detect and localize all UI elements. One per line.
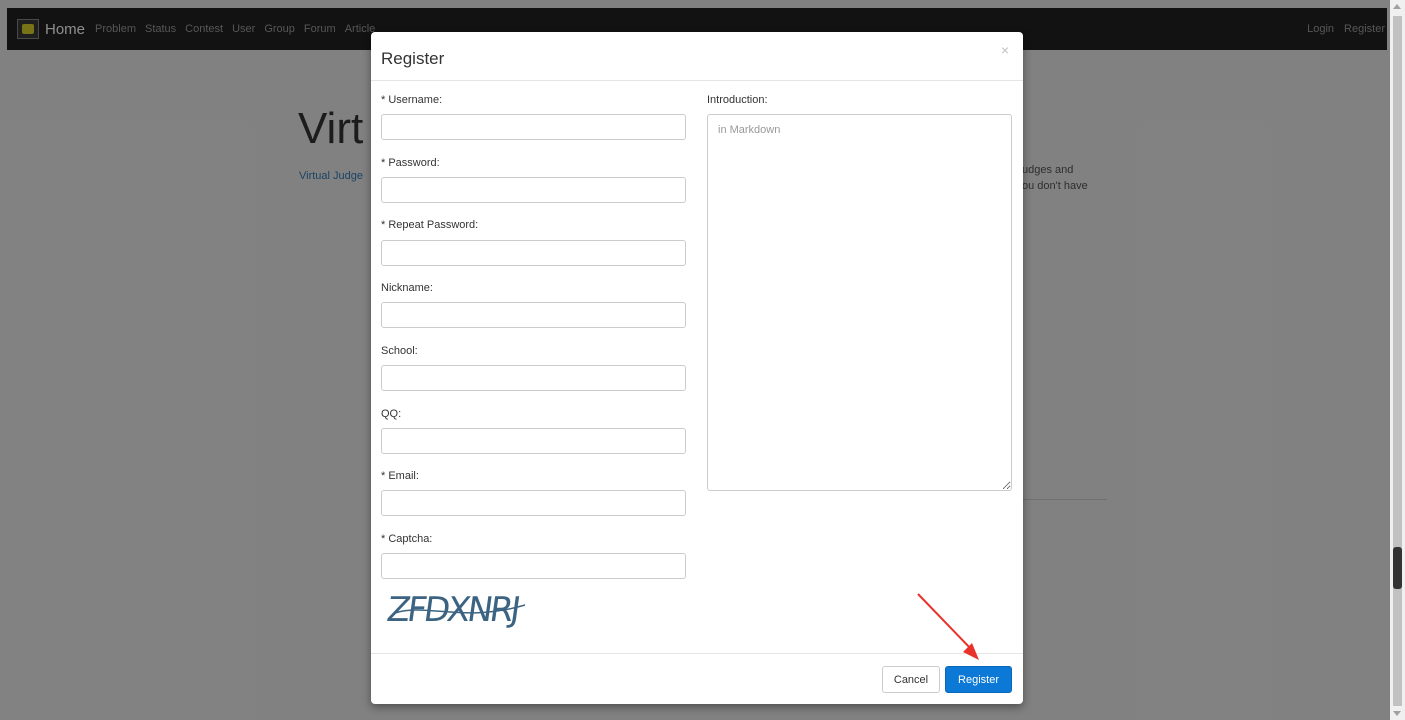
- captcha-image[interactable]: ZFDXNRJ: [385, 583, 535, 633]
- register-modal: Register × * Username: * Password: * Rep…: [371, 32, 1023, 704]
- username-label: * Username:: [381, 94, 443, 106]
- nickname-input[interactable]: [381, 302, 686, 328]
- close-icon[interactable]: ×: [1001, 42, 1009, 58]
- modal-header: Register ×: [371, 32, 1023, 81]
- register-button[interactable]: Register: [945, 666, 1012, 693]
- username-input[interactable]: [381, 114, 686, 140]
- page-scrollbar[interactable]: [1390, 0, 1405, 720]
- modal-footer: Cancel Register: [371, 653, 1023, 705]
- qq-label: QQ:: [381, 408, 402, 420]
- email-input[interactable]: [381, 490, 686, 516]
- introduction-textarea[interactable]: [707, 114, 1012, 491]
- side-widget-handle[interactable]: [1393, 547, 1402, 589]
- cancel-button[interactable]: Cancel: [882, 666, 940, 693]
- password-input[interactable]: [381, 177, 686, 203]
- scroll-down-arrow-icon[interactable]: [1393, 711, 1401, 716]
- password-label: * Password:: [381, 157, 440, 169]
- scroll-thumb[interactable]: [1393, 16, 1402, 706]
- repeat-password-label: * Repeat Password:: [381, 219, 479, 231]
- captcha-label: * Captcha:: [381, 533, 433, 545]
- qq-input[interactable]: [381, 428, 686, 454]
- email-label: * Email:: [381, 470, 419, 482]
- scroll-up-arrow-icon[interactable]: [1393, 4, 1401, 9]
- repeat-password-input[interactable]: [381, 240, 686, 266]
- modal-title: Register: [381, 49, 445, 68]
- introduction-label: Introduction:: [707, 94, 768, 106]
- school-input[interactable]: [381, 365, 686, 391]
- captcha-input[interactable]: [381, 553, 686, 579]
- nickname-label: Nickname:: [381, 282, 433, 294]
- school-label: School:: [381, 345, 418, 357]
